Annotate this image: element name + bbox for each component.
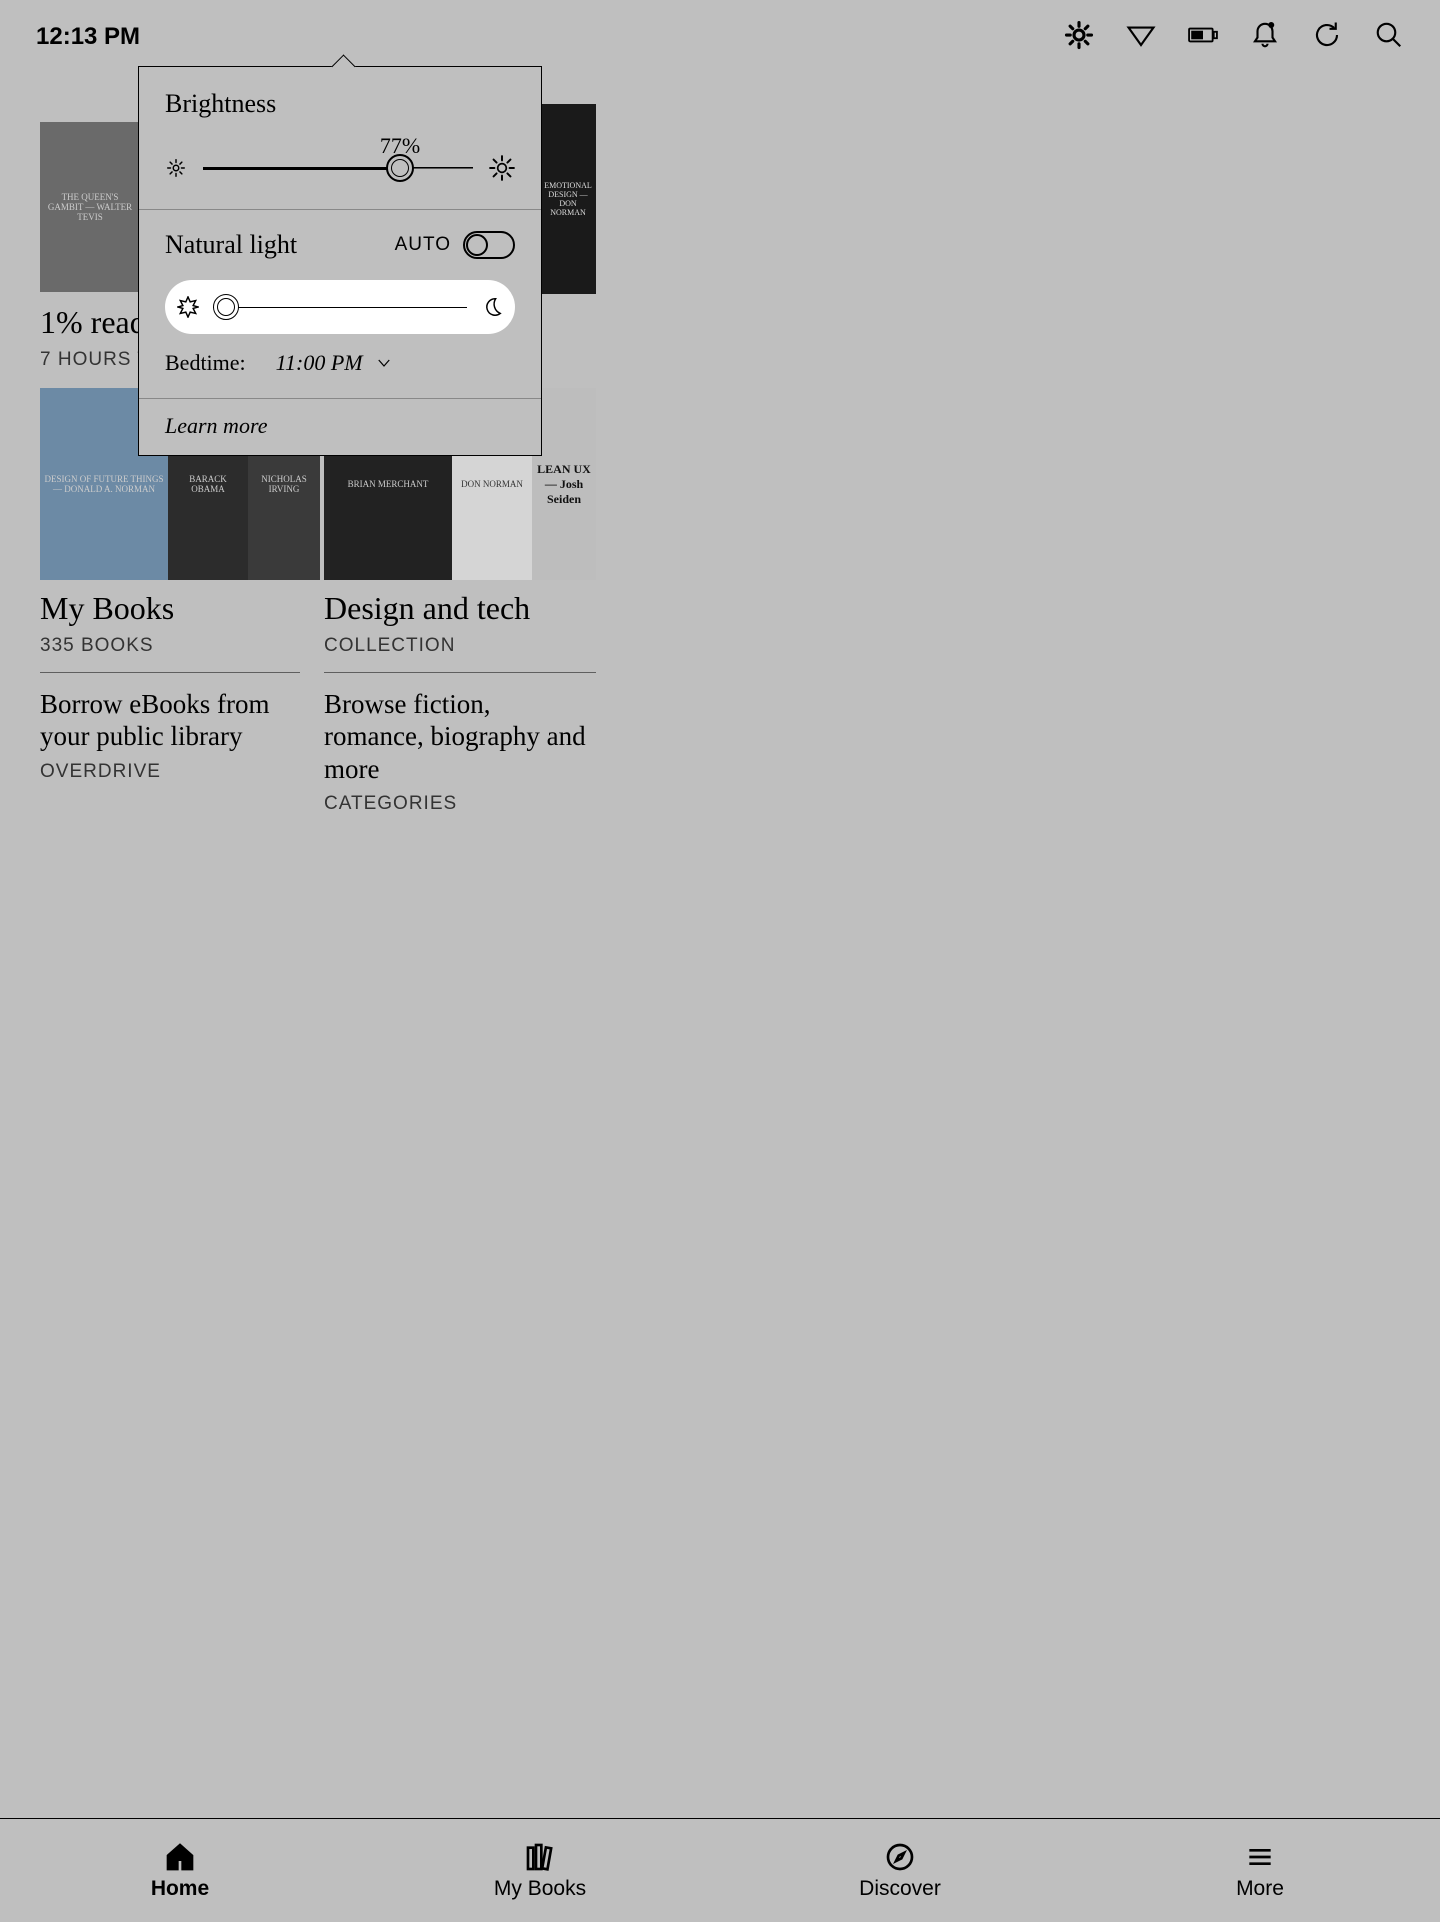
notifications-icon[interactable] xyxy=(1250,20,1280,55)
tab-mybooks[interactable]: My Books xyxy=(360,1819,720,1922)
auto-label: AUTO xyxy=(395,234,451,256)
natural-light-slider[interactable] xyxy=(165,280,515,334)
tab-more[interactable]: More xyxy=(1080,1819,1440,1922)
brightness-title: Brightness xyxy=(165,89,515,119)
sun-small-icon xyxy=(165,157,187,179)
categories-section-subtitle: CATEGORIES xyxy=(324,793,596,815)
menu-icon xyxy=(1244,1841,1276,1873)
battery-icon[interactable] xyxy=(1188,20,1218,55)
brightness-popover: Brightness 77% Natural light AUTO xyxy=(138,66,542,456)
book-cover[interactable]: EMOTIONAL DESIGN — DON NORMAN xyxy=(540,104,596,294)
search-icon[interactable] xyxy=(1374,20,1404,55)
tab-home[interactable]: Home xyxy=(0,1819,360,1922)
natural-light-slider-thumb[interactable] xyxy=(213,294,239,320)
categories-section-title[interactable]: Browse fiction, romance, biography and m… xyxy=(324,688,596,785)
sun-large-icon xyxy=(489,155,515,181)
tab-mybooks-label: My Books xyxy=(494,1877,586,1901)
bedtime-dropdown[interactable]: 11:00 PM xyxy=(276,350,393,376)
compass-icon xyxy=(884,1841,916,1873)
brightness-slider[interactable]: 77% xyxy=(165,155,515,181)
wifi-icon[interactable] xyxy=(1126,20,1156,55)
brightness-icon[interactable] xyxy=(1064,20,1094,55)
home-icon xyxy=(164,1841,196,1873)
collection-section-title[interactable]: Design and tech xyxy=(324,590,530,627)
bedtime-label: Bedtime: xyxy=(165,350,246,376)
clock-time: 12:13 PM xyxy=(36,23,140,51)
tab-discover[interactable]: Discover xyxy=(720,1819,1080,1922)
mybooks-section-title[interactable]: My Books xyxy=(40,590,174,627)
tab-home-label: Home xyxy=(151,1877,209,1901)
learn-more-link[interactable]: Learn more xyxy=(165,413,267,438)
natural-light-title: Natural light xyxy=(165,230,297,260)
overdrive-section-subtitle: OVERDRIVE xyxy=(40,761,300,783)
mybooks-section-subtitle: 335 BOOKS xyxy=(40,635,174,657)
collection-section-subtitle: COLLECTION xyxy=(324,635,530,657)
overdrive-section-title[interactable]: Borrow eBooks from your public library xyxy=(40,688,300,753)
chevron-down-icon xyxy=(375,354,393,372)
current-book-cover[interactable]: THE QUEEN'S GAMBIT — WALTER TEVIS xyxy=(40,122,140,292)
brightness-value-label: 77% xyxy=(380,133,420,159)
tab-more-label: More xyxy=(1236,1877,1284,1901)
tab-discover-label: Discover xyxy=(859,1877,941,1901)
sync-icon[interactable] xyxy=(1312,20,1342,55)
bedtime-value: 11:00 PM xyxy=(276,350,363,376)
books-icon xyxy=(524,1841,556,1873)
moon-icon xyxy=(481,296,503,318)
daylight-icon xyxy=(177,296,199,318)
natural-light-auto-toggle[interactable] xyxy=(463,231,515,259)
